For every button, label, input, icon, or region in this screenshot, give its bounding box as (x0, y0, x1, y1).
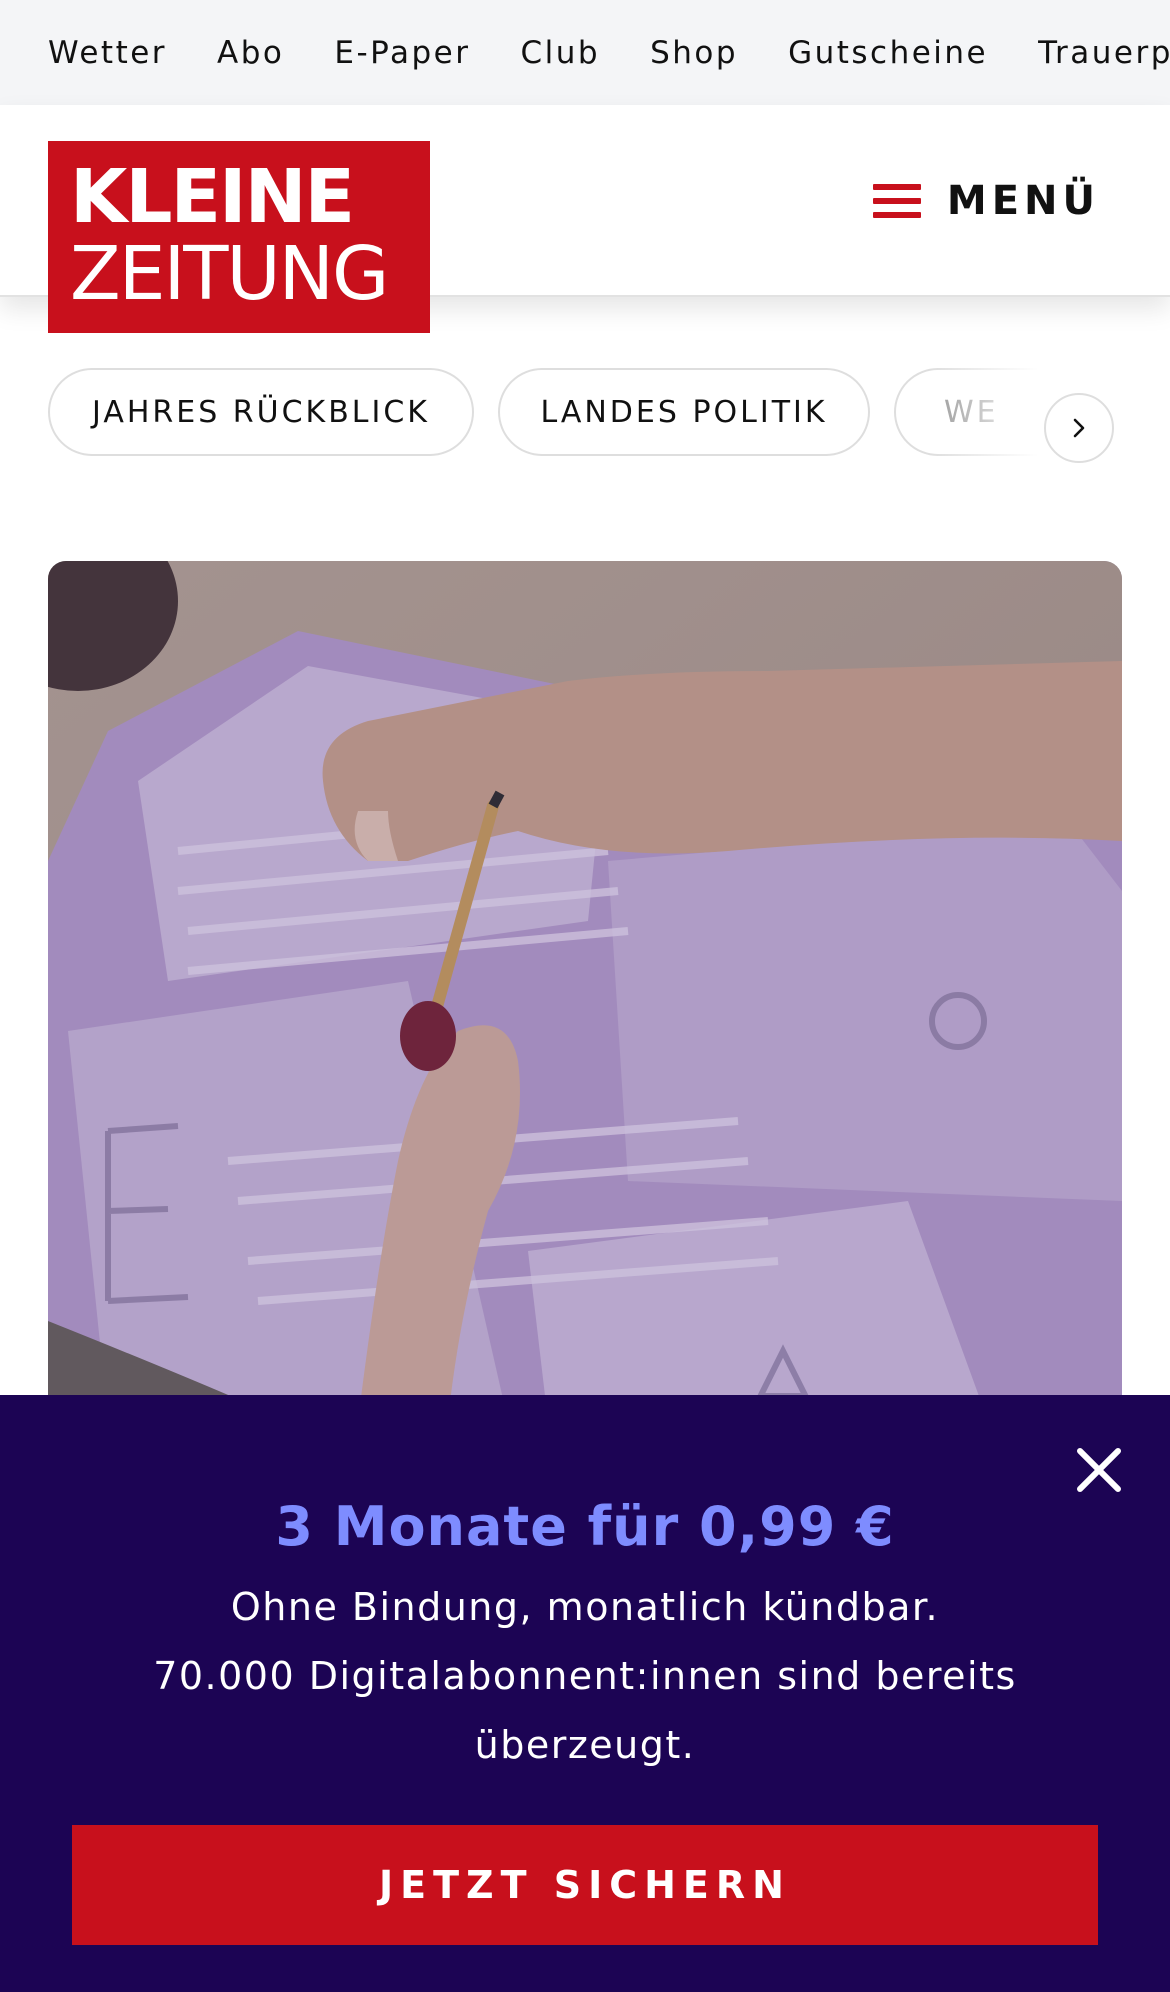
logo-line2: ZEITUNG (70, 231, 389, 317)
nav-link-wetter[interactable]: Wetter (48, 35, 167, 71)
chip-landespolitik[interactable]: LANDES POLITIK (498, 368, 870, 456)
close-button[interactable] (1072, 1443, 1126, 1497)
offer-title: 3 Monate für 0,99 € (275, 1495, 895, 1558)
chip-jahresrueckblick[interactable]: JAHRES RÜCKBLICK (48, 368, 474, 456)
logo-line1: KLEINE (70, 154, 355, 240)
nav-link-shop[interactable]: Shop (650, 35, 738, 71)
topic-chips: JAHRES RÜCKBLICK LANDES POLITIK WE (0, 368, 1170, 460)
nav-link-abo[interactable]: Abo (217, 35, 284, 71)
close-icon (1077, 1448, 1121, 1492)
subscribe-button[interactable]: JETZT SICHERN (72, 1825, 1098, 1945)
nav-link-club[interactable]: Club (520, 35, 600, 71)
nav-link-epaper[interactable]: E-Paper (334, 35, 470, 71)
nav-link-gutscheine[interactable]: Gutscheine (788, 35, 988, 71)
child-writing-photo (48, 561, 1122, 1421)
utility-nav: Wetter Abo E-Paper Club Shop Gutscheine … (0, 0, 1170, 105)
chips-next-button[interactable] (1044, 393, 1114, 463)
offer-line-1: Ohne Bindung, monatlich kündbar. (230, 1585, 940, 1629)
article-image[interactable] (48, 561, 1122, 1421)
menu-button[interactable]: MENÜ (872, 173, 1100, 229)
utility-nav-links: Wetter Abo E-Paper Club Shop Gutscheine … (48, 0, 1170, 105)
hamburger-icon (872, 184, 921, 218)
paywall-overlay: 3 Monate für 0,99 € Ohne Bindung, monatl… (0, 1395, 1170, 1992)
site-logo[interactable]: KLEINE ZEITUNG (48, 141, 430, 333)
chevron-right-icon (1073, 418, 1085, 438)
menu-label: MENÜ (946, 178, 1100, 224)
offer-description: Ohne Bindung, monatlich kündbar. 70.000 … (150, 1573, 1020, 1780)
offer-line-2: 70.000 Digitalabonnent:innen sind bereit… (153, 1654, 1017, 1767)
nav-link-trauerportal[interactable]: Trauerp (1038, 35, 1170, 71)
